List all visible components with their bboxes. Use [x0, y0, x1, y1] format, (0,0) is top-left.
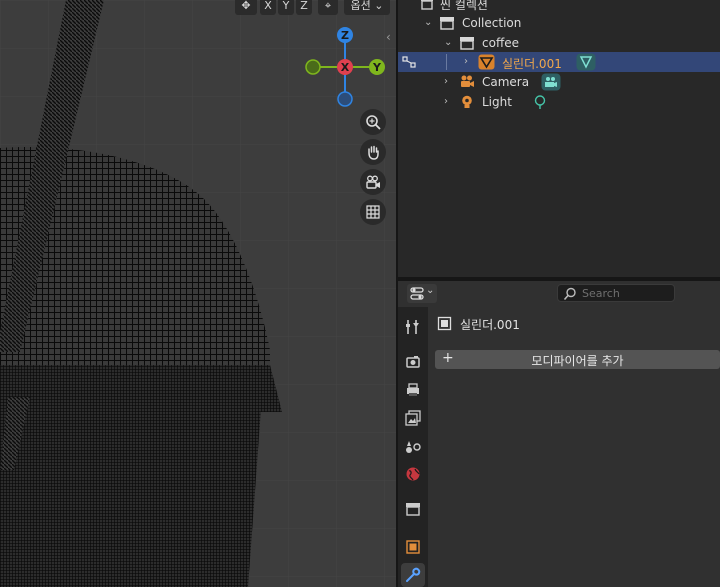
navigation-gizmo[interactable]: Z X Y: [300, 24, 390, 108]
properties-tab-bar: [398, 307, 428, 587]
outliner-panel: 씬 컬렉션 ⌄ Collection ⌄ coffee › 실린더.001 › …: [398, 0, 720, 277]
properties-search-input[interactable]: Search: [557, 284, 675, 302]
camera-object-icon: [461, 75, 474, 87]
scene-collection-label: 씬 컬렉션: [440, 0, 488, 12]
scene-collection-icon: [421, 0, 433, 10]
zoom-icon: [366, 115, 381, 130]
search-placeholder: Search: [582, 287, 620, 300]
mesh-data-icon[interactable]: [576, 53, 596, 71]
grid-icon: [366, 205, 380, 219]
tab-modifiers[interactable]: [401, 563, 425, 587]
mirror-y-button[interactable]: Y: [278, 0, 294, 15]
mesh-object-icon: [478, 54, 495, 70]
tool-settings-icon: [406, 320, 419, 334]
3d-viewport[interactable]: ✥ X Y Z ⌖ 옵션 ⌄ ‹ Z X Y: [0, 0, 396, 587]
outliner-row-cylinder[interactable]: › 실린더.001: [398, 52, 720, 72]
tab-world[interactable]: [401, 462, 425, 486]
tab-scene[interactable]: [401, 434, 425, 458]
object-name-icon: [437, 316, 452, 331]
light-object-icon: [462, 95, 472, 108]
cylinder-label: 실린더.001: [502, 57, 562, 71]
snap-toggle-button[interactable]: ✥: [235, 0, 257, 15]
mirror-z-button[interactable]: Z: [296, 0, 312, 15]
tab-render[interactable]: [401, 350, 425, 374]
chevron-right-icon[interactable]: ›: [464, 56, 468, 67]
light-data-icon[interactable]: [532, 94, 548, 110]
collection-icon: [460, 37, 474, 50]
gizmo-neg-y-axis[interactable]: [305, 59, 321, 75]
sculpt-options-icon[interactable]: ⌖: [318, 0, 338, 15]
chevron-down-icon: ⌄: [374, 0, 384, 12]
tab-output[interactable]: [401, 378, 425, 402]
camera-view-button[interactable]: [360, 169, 386, 195]
camera-label: Camera: [482, 75, 530, 89]
tab-tool[interactable]: [401, 315, 425, 339]
editor-type-dropdown[interactable]: ⌄: [407, 284, 437, 303]
tab-collection[interactable]: [401, 497, 425, 521]
world-icon: [406, 467, 420, 481]
ortho-toggle-button[interactable]: [360, 199, 386, 225]
modifier-properties-panel: 실린더.001: [428, 307, 720, 587]
object-properties-icon: [406, 540, 420, 554]
hand-pan-icon: [368, 145, 379, 160]
gizmo-x-label: X: [341, 61, 350, 74]
collection-label: Collection: [462, 16, 522, 30]
add-modifier-label: 모디파이어를 추가: [531, 354, 624, 368]
outliner-row-camera[interactable]: › Camera: [398, 72, 720, 92]
camera-data-icon[interactable]: [541, 73, 561, 91]
mirror-x-button[interactable]: X: [260, 0, 276, 15]
options-label: 옵션: [350, 0, 371, 12]
tab-view-layer[interactable]: [401, 406, 425, 430]
properties-editor-icon: [410, 287, 424, 300]
tab-object[interactable]: [401, 535, 425, 559]
outliner-row-collection[interactable]: ⌄ Collection: [398, 13, 720, 33]
pan-view-button[interactable]: [360, 139, 386, 165]
zoom-view-button[interactable]: [360, 109, 386, 135]
chevron-right-icon[interactable]: ›: [444, 96, 448, 107]
object-select-icon: [402, 56, 416, 68]
object-name-label: 실린더.001: [460, 318, 520, 332]
output-printer-icon: [407, 383, 419, 396]
gizmo-y-label: Y: [372, 61, 382, 74]
gizmo-z-label: Z: [341, 29, 349, 42]
gizmo-neg-z-axis[interactable]: [337, 91, 353, 107]
scene-icon: [406, 441, 421, 453]
collection-properties-icon: [406, 503, 420, 516]
camera-icon: [366, 175, 380, 189]
chevron-right-icon[interactable]: ›: [444, 76, 448, 87]
chevron-down-icon[interactable]: ⌄: [424, 17, 432, 28]
outliner-row-light[interactable]: › Light: [398, 92, 720, 112]
tree-line: [446, 54, 447, 70]
chevron-down-icon[interactable]: ⌄: [444, 37, 452, 48]
render-camera-icon: [406, 356, 420, 368]
search-icon: [563, 287, 576, 301]
outliner-row-scene-collection[interactable]: 씬 컬렉션: [398, 0, 720, 13]
collection-icon: [440, 17, 454, 30]
wrench-icon: [406, 567, 421, 582]
options-dropdown[interactable]: 옵션 ⌄: [344, 0, 390, 15]
light-label: Light: [482, 95, 512, 109]
chevron-down-icon: ⌄: [426, 285, 435, 296]
view-layer-icon: [405, 410, 421, 426]
add-modifier-button[interactable]: + 모디파이어를 추가: [435, 350, 720, 369]
outliner-row-coffee[interactable]: ⌄ coffee: [398, 33, 720, 53]
coffee-label: coffee: [482, 36, 519, 50]
